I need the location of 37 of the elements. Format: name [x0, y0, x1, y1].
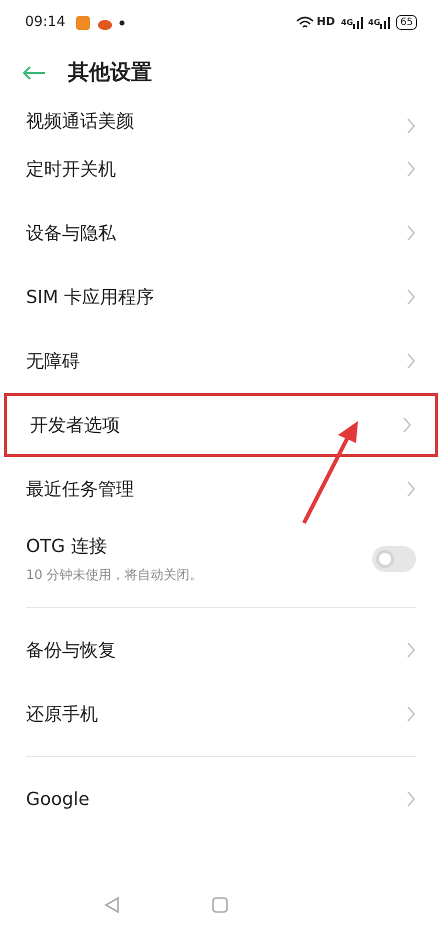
- dot-icon: [119, 20, 126, 26]
- app-icon: [75, 14, 92, 30]
- settings-item[interactable]: 无障碍: [0, 329, 442, 393]
- chevron-icon: [406, 224, 416, 242]
- chevron-icon: [406, 480, 416, 498]
- chevron-icon: [402, 416, 412, 434]
- back-nav-icon[interactable]: [103, 896, 121, 914]
- settings-item[interactable]: 还原手机: [0, 682, 442, 746]
- hd-label: HD: [316, 14, 335, 30]
- wifi-icon: [296, 16, 314, 30]
- signal-icon: [353, 16, 364, 28]
- item-subtitle: 10 分钟未使用，将自动关闭。: [26, 566, 204, 585]
- settings-item[interactable]: 定时开关机: [0, 137, 442, 201]
- settings-item[interactable]: Google: [0, 767, 442, 831]
- page-title: 其他设置: [68, 59, 152, 86]
- settings-item[interactable]: SIM 卡应用程序: [0, 265, 442, 329]
- chevron-icon: [406, 705, 416, 723]
- network-label: 4G: [340, 16, 354, 28]
- settings-item[interactable]: 开发者选项: [4, 393, 438, 457]
- settings-item[interactable]: 备份与恢复: [0, 618, 442, 682]
- network-label: 4G: [368, 16, 380, 28]
- chevron-icon: [406, 790, 416, 808]
- chevron-icon: [406, 288, 416, 306]
- settings-item[interactable]: 最近任务管理: [0, 457, 442, 521]
- battery-indicator: 65: [396, 15, 417, 30]
- signal-icon: [380, 16, 390, 28]
- clock: 09:14: [25, 13, 66, 32]
- chevron-icon: [406, 117, 416, 135]
- toggle-switch[interactable]: [372, 546, 416, 572]
- chevron-icon: [406, 641, 416, 659]
- chevron-icon: [406, 160, 416, 178]
- chevron-icon: [406, 352, 416, 370]
- back-arrow-icon[interactable]: [22, 65, 46, 81]
- settings-item[interactable]: 视频通话美颜: [0, 101, 442, 137]
- home-nav-icon[interactable]: [212, 897, 228, 913]
- settings-item[interactable]: 设备与隐私: [0, 201, 442, 265]
- item-label: OTG 连接: [26, 534, 108, 559]
